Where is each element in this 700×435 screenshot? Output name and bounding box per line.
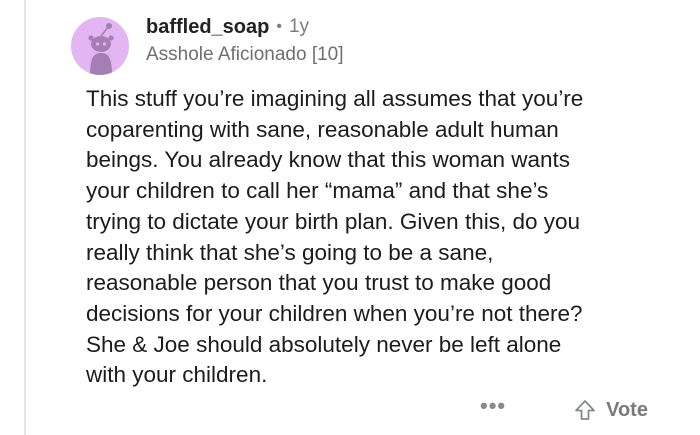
upvote-arrow-icon (575, 400, 596, 420)
comment-meta: baffled_soap • 1y Asshole Aficionado [10… (146, 14, 344, 67)
thread-line[interactable] (24, 0, 26, 435)
more-options-button[interactable]: ••• (480, 395, 506, 417)
comment-body-line: She & Joe should absolutely never be lef… (86, 331, 562, 357)
username-link[interactable]: baffled_soap (146, 14, 269, 40)
comment-header: baffled_soap • 1y (146, 14, 344, 40)
comment-body-line: reasonable person that you trust to make… (86, 270, 552, 296)
comment-body: This stuff you’re imagining all assumes … (86, 84, 686, 391)
meta-separator: • (276, 18, 282, 35)
comment-body-line: trying to dictate your birth plan. Given… (86, 208, 581, 234)
comment-body-line: with your children. (86, 362, 268, 388)
comment-age: 1y (288, 16, 310, 37)
user-flair: Asshole Aficionado [10] (146, 44, 344, 65)
comment-body-line: This stuff you’re imagining all assumes … (86, 86, 584, 111)
vote-label: Vote (606, 398, 648, 421)
vote-button[interactable]: Vote (574, 399, 648, 422)
comment-body-line: really think that she’s going to be a sa… (86, 239, 494, 265)
avatar[interactable] (71, 17, 129, 75)
comment-body-line: coparenting with sane, reasonable adult … (86, 116, 559, 142)
comment-body-line: beings. You already know that this woman… (86, 147, 571, 173)
snoo-avatar-icon (71, 17, 129, 75)
comment-body-line: your children to call her “mama” and tha… (86, 178, 549, 204)
comment-body-line: decisions for your children when you’re … (86, 300, 583, 326)
comment-actions: ••• Vote (480, 395, 648, 425)
